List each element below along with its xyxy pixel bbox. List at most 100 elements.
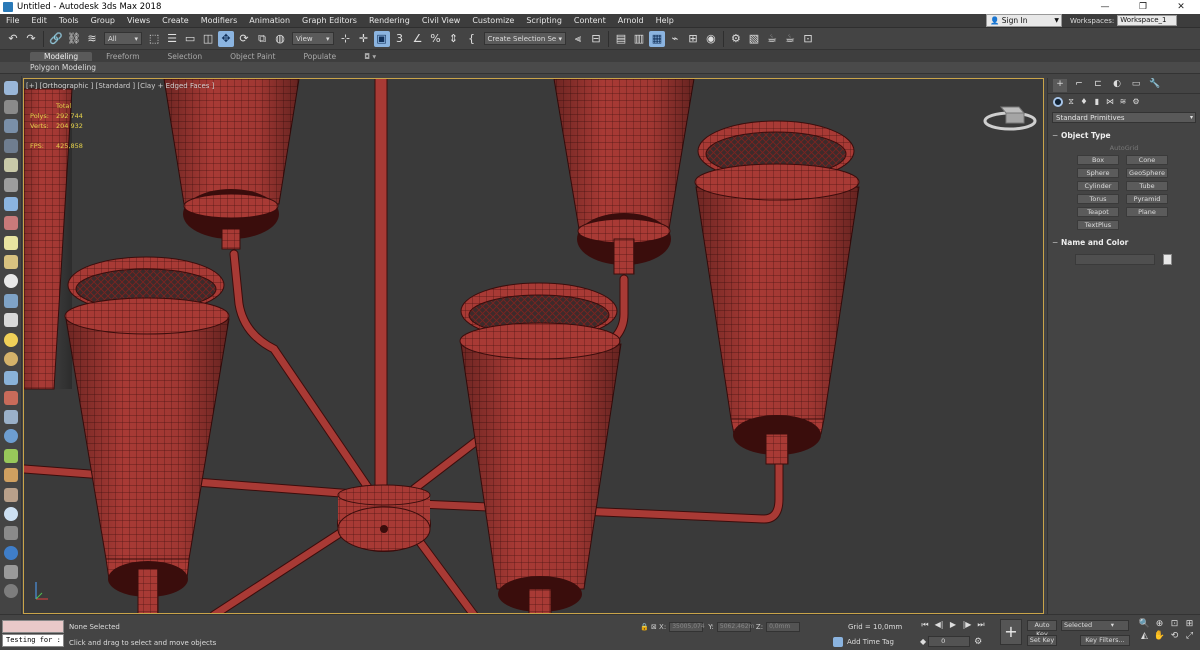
torus-icon[interactable] (3, 351, 18, 366)
collapse-strip-icon[interactable] (3, 565, 18, 580)
menu-edit[interactable]: Edit (25, 16, 53, 25)
isolate-icon[interactable] (3, 526, 18, 541)
lock-selection-icon[interactable]: 🔒 (640, 623, 651, 631)
window-crossing-icon[interactable]: ◫ (200, 31, 216, 47)
torus-button[interactable]: Torus (1077, 194, 1119, 204)
menu-modifiers[interactable]: Modifiers (195, 16, 244, 25)
field-of-view-icon[interactable]: ◭ (1137, 631, 1152, 641)
set-key-button[interactable]: Set Key (1027, 635, 1057, 646)
material-slot-icon[interactable] (3, 177, 18, 192)
snaps-toggle-icon[interactable]: 3 (392, 31, 408, 47)
go-to-start-icon[interactable]: ⏮ (918, 620, 932, 630)
crowd-icon[interactable] (3, 487, 18, 502)
teapot-button[interactable]: Teapot (1077, 207, 1119, 217)
pyramid-button[interactable]: Pyramid (1126, 194, 1168, 204)
particle-icon[interactable] (3, 371, 18, 386)
globe-icon[interactable] (3, 429, 18, 444)
object-name-field[interactable] (1075, 254, 1155, 265)
tab-selection[interactable]: Selection (154, 52, 217, 61)
zoom-all-icon[interactable]: ⊕ (1152, 619, 1167, 629)
maxscript-input[interactable]: Testing for : (2, 634, 64, 647)
primitive-category-dropdown[interactable]: Standard Primitives ▾ (1052, 112, 1196, 123)
menu-graph-editors[interactable]: Graph Editors (296, 16, 363, 25)
utilities-tab-icon[interactable]: 🔧 (1148, 79, 1162, 92)
layer-list-icon[interactable] (3, 138, 18, 153)
walkthrough-icon[interactable] (3, 468, 18, 483)
menu-views[interactable]: Views (121, 16, 156, 25)
pivot-center-icon[interactable]: ⊹ (338, 31, 354, 47)
menu-help[interactable]: Help (650, 16, 680, 25)
cone-button[interactable]: Cone (1126, 155, 1168, 165)
select-manipulate-icon[interactable]: ✛ (356, 31, 372, 47)
render-production-icon[interactable]: ☕ (764, 31, 780, 47)
camera-icon[interactable] (3, 196, 18, 211)
sign-in-dropdown[interactable]: 👤 Sign In ▼ (986, 14, 1062, 27)
polygon-modeling-label[interactable]: Polygon Modeling (30, 63, 96, 72)
schematic-view-icon[interactable]: ⊞ (685, 31, 701, 47)
rectangular-selection-icon[interactable]: ▭ (182, 31, 198, 47)
menu-arnold[interactable]: Arnold (612, 16, 650, 25)
named-selection-dropdown[interactable]: Create Selection Se ▾ (483, 32, 566, 45)
patch-icon[interactable] (3, 255, 18, 270)
next-frame-icon[interactable]: |▶ (960, 620, 974, 630)
current-frame-field[interactable]: 0 (928, 636, 971, 647)
auto-key-button[interactable]: Auto Key (1027, 620, 1057, 638)
layer-explorer-icon[interactable]: ▥ (631, 31, 647, 47)
menu-civil-view[interactable]: Civil View (416, 16, 467, 25)
bind-space-warp-icon[interactable]: ≋ (84, 31, 100, 47)
viewport-layout-icon[interactable] (3, 80, 18, 95)
cone-icon[interactable] (3, 313, 18, 328)
perspective-viewport[interactable]: [+] [Orthographic ] [Standard ] [Clay + … (23, 78, 1044, 614)
edit-named-selection-icon[interactable]: { (464, 31, 480, 47)
toggle-ribbon-icon[interactable]: ▦ (648, 30, 665, 47)
zoom-extents-icon[interactable]: ⊡ (1167, 619, 1182, 629)
menu-file[interactable]: File (0, 16, 25, 25)
material-editor-icon[interactable]: ◉ (703, 31, 719, 47)
select-object-icon[interactable]: ⬚ (146, 31, 162, 47)
cameras-icon[interactable]: ▮ (1092, 97, 1102, 107)
mirror-icon[interactable]: ⫷ (570, 31, 586, 47)
sphere-button[interactable]: Sphere (1077, 168, 1119, 178)
key-filters-button[interactable]: Key Filters... (1080, 635, 1130, 646)
geosphere-button[interactable]: GeoSphere (1126, 168, 1168, 178)
previous-frame-icon[interactable]: ◀| (932, 620, 946, 630)
y-coordinate-field[interactable]: 5062,462m (716, 622, 754, 632)
modify-tab-icon[interactable]: ⌐ (1072, 79, 1086, 92)
render-iterative-icon[interactable]: ☕ (782, 31, 798, 47)
tube-button[interactable]: Tube (1126, 181, 1168, 191)
menu-create[interactable]: Create (156, 16, 195, 25)
menu-animation[interactable]: Animation (243, 16, 296, 25)
select-and-move-icon[interactable]: ✥ (218, 30, 235, 47)
select-by-name-icon[interactable]: ☰ (164, 31, 180, 47)
render-in-cloud-icon[interactable]: ⊡ (800, 31, 816, 47)
unlink-icon[interactable]: ⛓ (66, 31, 82, 47)
foliage-icon[interactable] (3, 448, 18, 463)
absolute-mode-icon[interactable]: ⊠ (651, 623, 659, 631)
scene-states-icon[interactable] (3, 545, 18, 560)
maximize-button[interactable]: ❐ (1124, 2, 1162, 12)
lights-icon[interactable]: ♦ (1079, 97, 1089, 107)
sphere-icon[interactable] (3, 274, 18, 289)
viewcube-icon[interactable] (982, 99, 1038, 133)
align-icon[interactable]: ⊟ (588, 31, 604, 47)
maxscript-listener-output[interactable] (2, 620, 64, 633)
environment-icon[interactable] (3, 506, 18, 521)
maximize-viewport-icon[interactable]: ⤢ (1182, 631, 1197, 641)
space-warps-icon[interactable]: ≋ (1118, 97, 1128, 107)
play-icon[interactable]: ▶ (946, 620, 960, 630)
textplus-button[interactable]: TextPlus (1077, 220, 1119, 230)
set-key-mode-icon[interactable]: + (1000, 619, 1022, 645)
menu-scripting[interactable]: Scripting (520, 16, 568, 25)
helpers-icon[interactable] (3, 216, 18, 231)
plane-icon[interactable] (3, 235, 18, 250)
z-coordinate-field[interactable]: 0,0mm (766, 622, 801, 632)
create-selection-icon[interactable] (3, 100, 18, 115)
time-configuration-icon[interactable]: ⚙ (974, 637, 982, 647)
geosphere-icon[interactable] (3, 293, 18, 308)
rendered-frame-window-icon[interactable]: ▧ (746, 31, 762, 47)
motion-tab-icon[interactable]: ◐ (1110, 79, 1124, 92)
tab-freeform[interactable]: Freeform (92, 52, 153, 61)
menu-tools[interactable]: Tools (53, 16, 85, 25)
display-tab-icon[interactable]: ▭ (1129, 79, 1143, 92)
spinner-snap-icon[interactable]: ⇕ (446, 31, 462, 47)
